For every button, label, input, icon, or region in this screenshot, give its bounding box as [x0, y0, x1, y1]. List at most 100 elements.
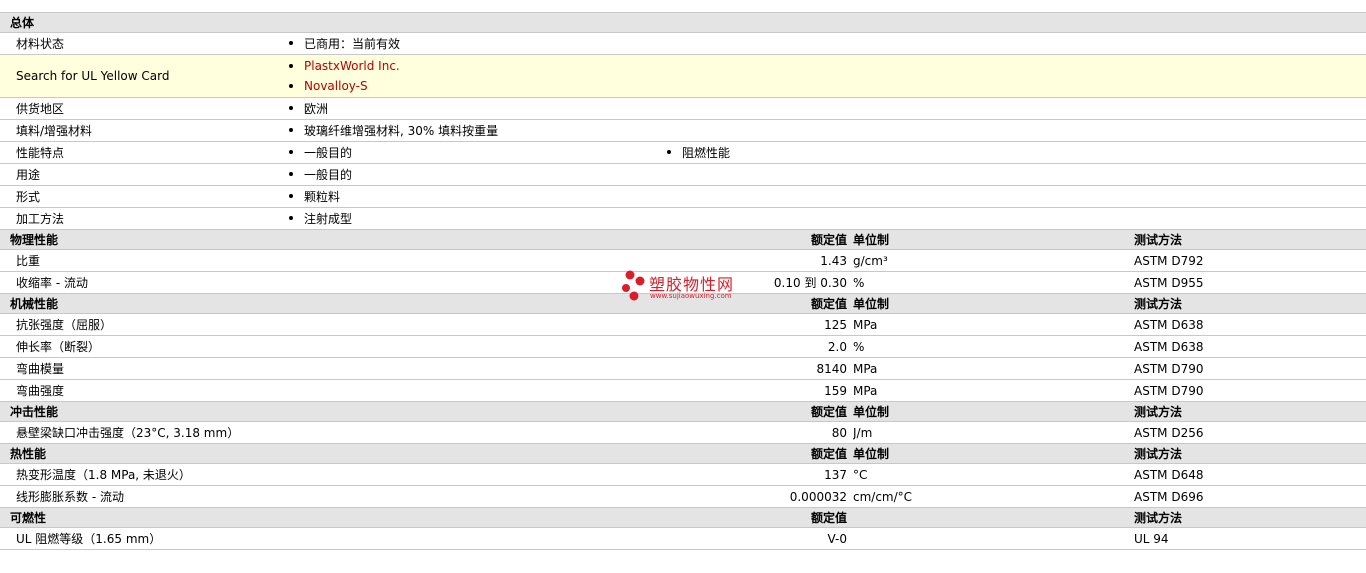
col-header-unit: 单位制 — [853, 401, 1134, 422]
col-header-method: 测试方法 — [1134, 229, 1366, 250]
property-row: UL 阻燃等级（1.65 mm） V-0 UL 94 — [0, 527, 1366, 550]
section-title: 物理性能 — [0, 229, 662, 250]
property-value: 0.000032 — [662, 485, 853, 508]
property-row: 弯曲模量 8140 MPa ASTM D790 — [0, 357, 1366, 380]
property-label: 伸长率（断裂） — [0, 335, 662, 358]
yellow-card-link[interactable]: Novalloy-S — [304, 79, 368, 93]
col-header-unit: 单位制 — [853, 229, 1134, 250]
general-row: 填料/增强材料 玻璃纤维增强材料, 30% 填料按重量 — [0, 119, 1366, 142]
value-item: 阻燃性能 — [662, 143, 1366, 163]
property-value: 80 — [662, 421, 853, 444]
row-label: 加工方法 — [0, 207, 284, 230]
col-header-unit: 单位制 — [853, 293, 1134, 314]
property-unit: cm/cm/°C — [853, 485, 1134, 508]
bullet-icon — [289, 194, 293, 198]
section-header: 物理性能 额定值 单位制 测试方法 — [0, 229, 1366, 250]
value-item: 颗粒料 — [284, 187, 1366, 207]
property-row: 弯曲强度 159 MPa ASTM D790 — [0, 379, 1366, 402]
value-text: 注射成型 — [304, 211, 353, 226]
general-row: 加工方法 注射成型 — [0, 207, 1366, 230]
bullet-icon — [289, 128, 293, 132]
value-item: 欧洲 — [284, 99, 1366, 119]
row-value: 注射成型 — [284, 207, 1366, 230]
property-method: ASTM D256 — [1134, 421, 1366, 444]
property-unit: °C — [853, 463, 1134, 486]
general-row: 形式 颗粒料 — [0, 185, 1366, 208]
property-label: 悬壁梁缺口冲击强度（23°C, 3.18 mm） — [0, 421, 662, 444]
yellow-card-item[interactable]: PlastxWorld Inc. — [284, 56, 1366, 76]
property-unit: MPa — [853, 313, 1134, 336]
property-row: 比重 1.43 g/cm³ ASTM D792 — [0, 249, 1366, 272]
yellow-card-link[interactable]: PlastxWorld Inc. — [304, 59, 400, 73]
section-title: 机械性能 — [0, 293, 662, 314]
general-row: 供货地区 欧洲 — [0, 97, 1366, 120]
watermark-en: www.sujiaowuxing.com — [650, 292, 732, 300]
col-header-method: 测试方法 — [1134, 401, 1366, 422]
bullet-icon — [289, 172, 293, 176]
row-label: 形式 — [0, 185, 284, 208]
property-method: ASTM D638 — [1134, 335, 1366, 358]
value-text: 玻璃纤维增强材料, 30% 填料按重量 — [304, 123, 499, 138]
value-text: 欧洲 — [304, 101, 329, 116]
value-item: 注射成型 — [284, 209, 1366, 229]
value-item: 玻璃纤维增强材料, 30% 填料按重量 — [284, 121, 1366, 141]
row-label: Search for UL Yellow Card — [0, 54, 284, 98]
property-unit: g/cm³ — [853, 249, 1134, 272]
col-header-unit: 单位制 — [853, 443, 1134, 464]
top-strip — [0, 0, 1366, 13]
property-unit: MPa — [853, 357, 1134, 380]
logo-dots-icon — [622, 270, 645, 301]
col-header-value: 额定值 — [662, 229, 853, 250]
col-header-method: 测试方法 — [1134, 293, 1366, 314]
row-value: 一般目的 — [284, 163, 1366, 186]
property-value: 1.43 — [662, 249, 853, 272]
property-row: 线形膨胀系数 - 流动 0.000032 cm/cm/°C ASTM D696 — [0, 485, 1366, 508]
row-links: PlastxWorld Inc. Novalloy-S — [284, 54, 1366, 98]
row-value: 已商用：当前有效 — [284, 32, 1366, 55]
row-label: 材料状态 — [0, 32, 284, 55]
property-value: 159 — [662, 379, 853, 402]
property-method: ASTM D955 — [1134, 271, 1366, 294]
property-unit: % — [853, 335, 1134, 358]
section-title: 可燃性 — [0, 507, 662, 528]
row-label: 用途 — [0, 163, 284, 186]
property-method: ASTM D638 — [1134, 313, 1366, 336]
col-header-value: 额定值 — [662, 401, 853, 422]
section-title: 热性能 — [0, 443, 662, 464]
col-header-method: 测试方法 — [1134, 507, 1366, 528]
property-value: 125 — [662, 313, 853, 336]
row-value: 玻璃纤维增强材料, 30% 填料按重量 — [284, 119, 1366, 142]
value-item: 已商用：当前有效 — [284, 34, 1366, 54]
property-label: 弯曲强度 — [0, 379, 662, 402]
row-label: 供货地区 — [0, 97, 284, 120]
bullet-icon — [289, 150, 293, 154]
property-label: 抗张强度（屈服） — [0, 313, 662, 336]
general-row: Search for UL Yellow Card PlastxWorld Inc… — [0, 54, 1366, 98]
property-method: ASTM D792 — [1134, 249, 1366, 272]
value-text: 阻燃性能 — [682, 145, 731, 160]
property-row: 热变形温度（1.8 MPa, 未退火） 137 °C ASTM D648 — [0, 463, 1366, 486]
value-item: 一般目的 — [284, 143, 662, 163]
bullet-icon — [289, 63, 293, 68]
property-value: 137 — [662, 463, 853, 486]
general-row: 用途 一般目的 — [0, 163, 1366, 186]
general-row: 材料状态 已商用：当前有效 — [0, 32, 1366, 55]
property-label: 线形膨胀系数 - 流动 — [0, 485, 662, 508]
property-row: 伸长率（断裂） 2.0% ASTM D638 — [0, 335, 1366, 358]
yellow-card-item[interactable]: Novalloy-S — [284, 76, 1366, 96]
bullet-icon — [289, 83, 293, 88]
property-row: 抗张强度（屈服） 125 MPa ASTM D638 — [0, 313, 1366, 336]
section-title: 冲击性能 — [0, 401, 662, 422]
value-text: 已商用：当前有效 — [304, 36, 401, 51]
bullet-icon — [667, 150, 671, 154]
value-text: 一般目的 — [304, 167, 353, 182]
property-method: ASTM D696 — [1134, 485, 1366, 508]
value-text: 颗粒料 — [304, 189, 341, 204]
property-method: ASTM D790 — [1134, 357, 1366, 380]
bullet-icon — [289, 106, 293, 110]
section-header: 热性能 额定值 单位制 测试方法 — [0, 443, 1366, 464]
property-unit — [853, 527, 1134, 550]
bullet-icon — [289, 41, 293, 45]
property-value: V-0 — [662, 527, 853, 550]
row-label: 填料/增强材料 — [0, 119, 284, 142]
